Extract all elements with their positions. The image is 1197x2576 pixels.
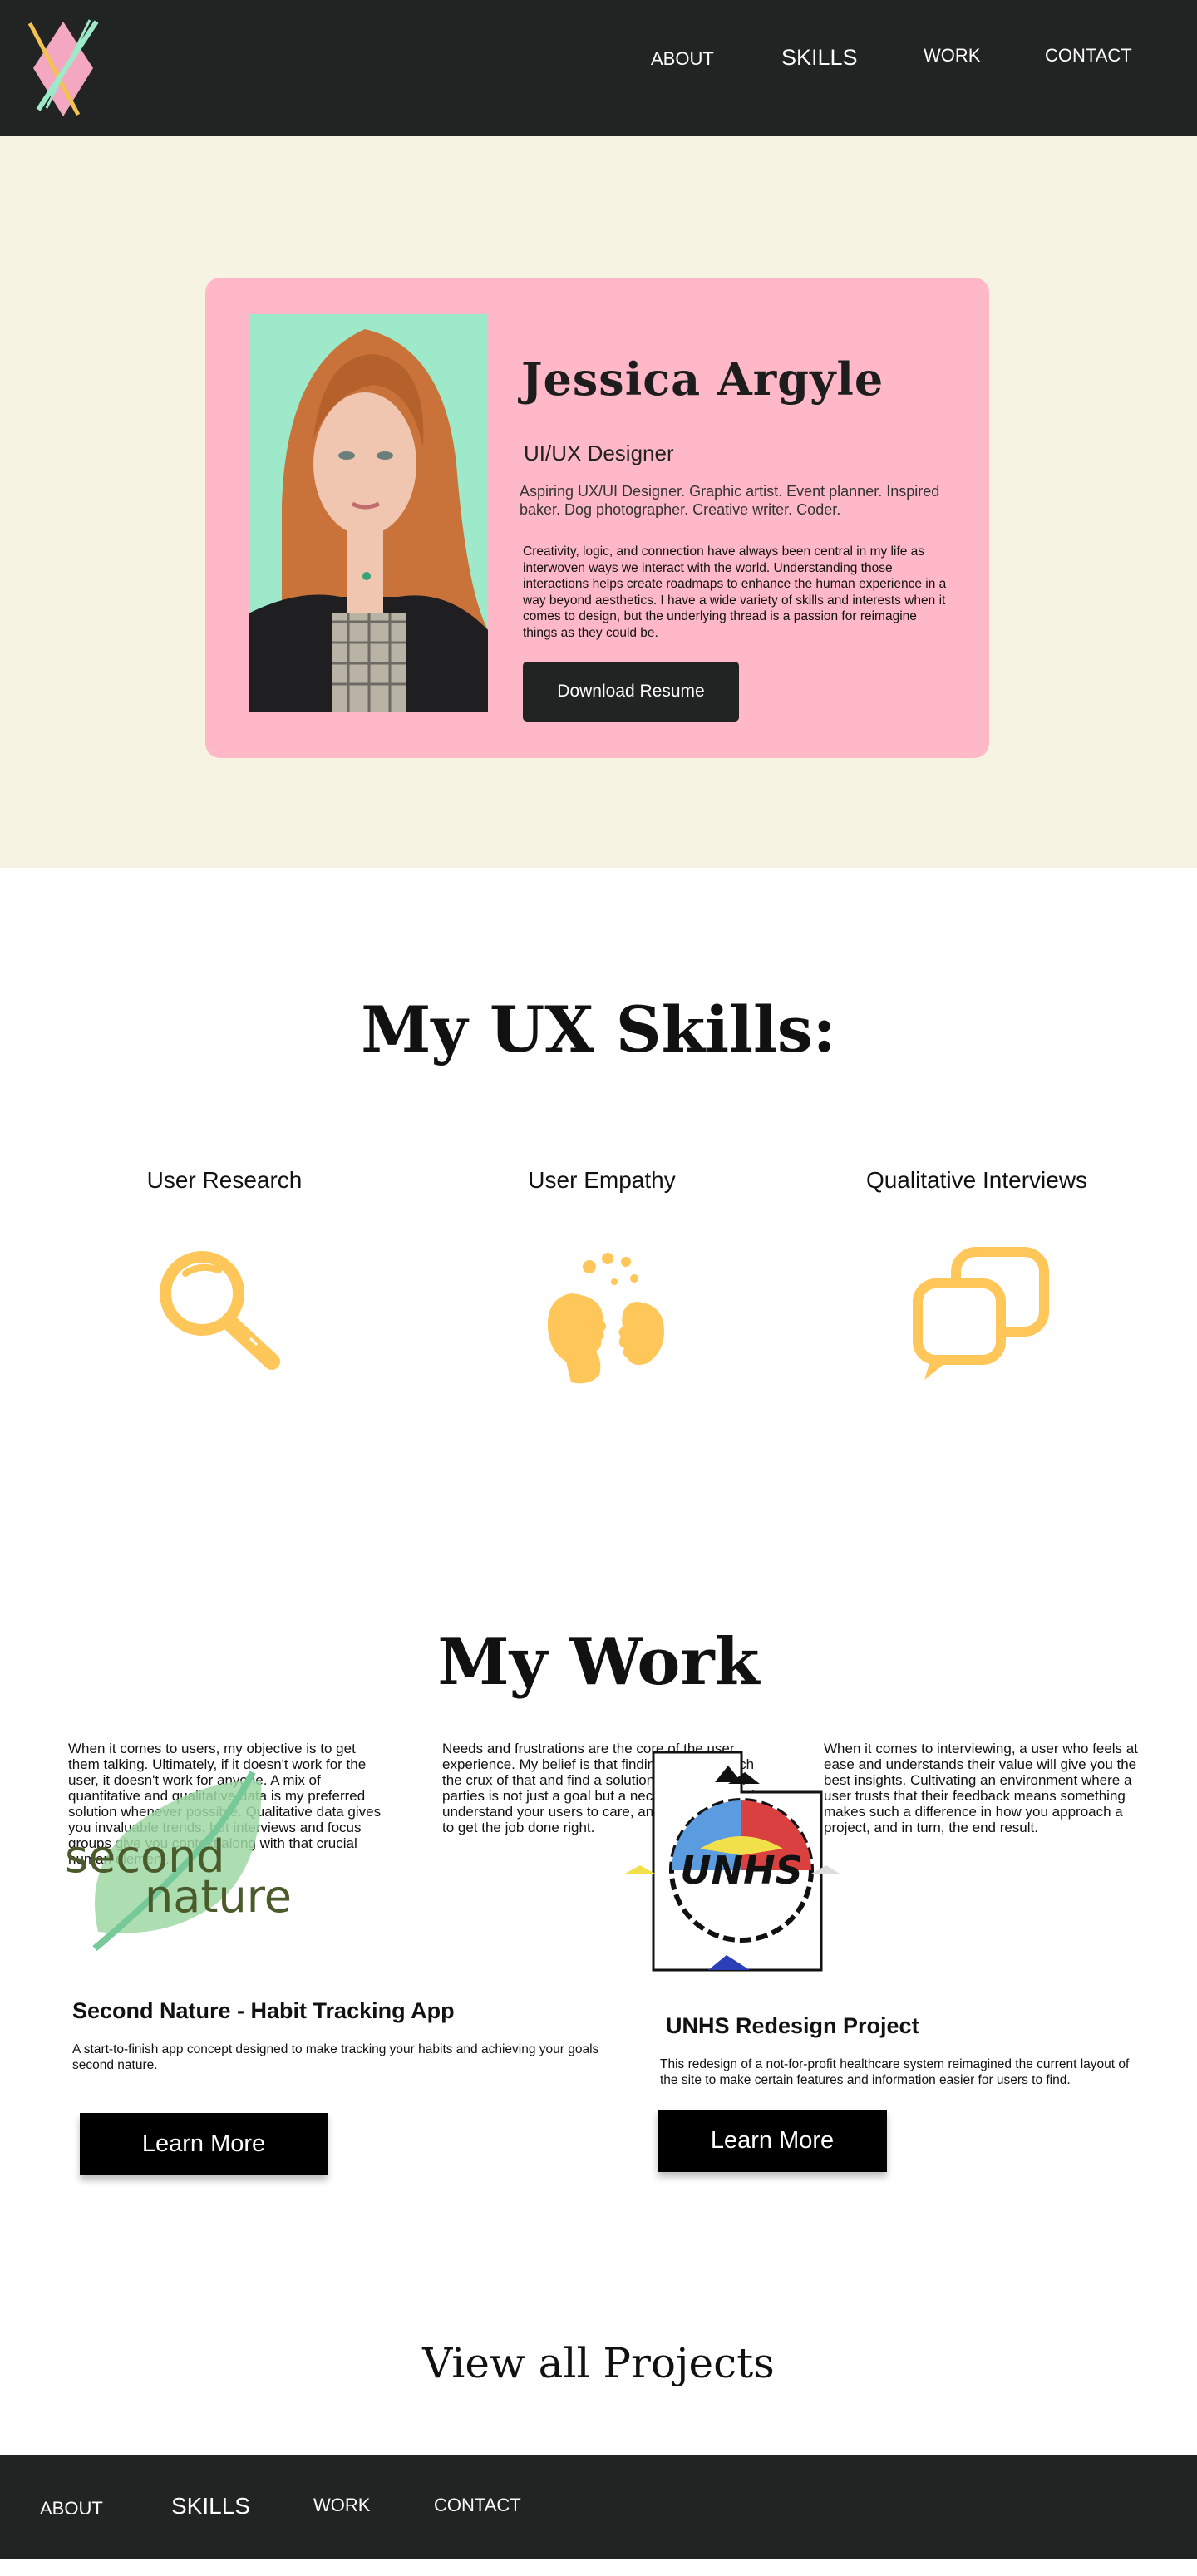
profile-name: Jessica Argyle	[521, 352, 884, 406]
profile-card: Jessica Argyle UI/UX Designer Aspiring U…	[205, 278, 989, 758]
nav-skills-link[interactable]: SKILLS	[781, 45, 858, 71]
view-all-projects-link[interactable]: View all Projects	[0, 2339, 1197, 2387]
skill-title: User Empathy	[528, 1167, 676, 1193]
second-nature-logo-text-2: nature	[145, 1870, 292, 1923]
footer-about-link[interactable]: ABOUT	[40, 2498, 103, 2519]
work-title: My Work	[437, 1624, 760, 1700]
nav-work-link[interactable]: WORK	[924, 45, 980, 66]
diamond-logo-icon[interactable]	[25, 18, 101, 120]
site-footer: ABOUT SKILLS WORK CONTACT	[0, 2455, 1197, 2559]
unhs-logo[interactable]: UNHS	[625, 1749, 841, 1978]
download-resume-button[interactable]: Download Resume	[523, 662, 739, 722]
second-nature-logo[interactable]: second nature	[65, 1766, 314, 1957]
profile-bio: Creativity, logic, and connection have a…	[523, 544, 947, 640]
project-title-second-nature: Second Nature - Habit Tracking App	[72, 1998, 455, 2023]
skill-card-qualitative-interviews: Qualitative Interviews When it comes to …	[802, 1167, 1151, 1835]
work-section: My Work second nature UNHS Second Nature…	[0, 1616, 1197, 2455]
skill-card-user-research: User Research When it comes to users, my…	[50, 1167, 399, 1867]
chat-bubbles-icon	[913, 1247, 1049, 1380]
hero-section: Jessica Argyle UI/UX Designer Aspiring U…	[0, 136, 1197, 868]
profile-role: UI/UX Designer	[524, 441, 674, 465]
learn-more-second-nature-button[interactable]: Learn More	[80, 2113, 328, 2175]
nav-contact-link[interactable]: CONTACT	[1045, 45, 1132, 66]
skill-title: Qualitative Interviews	[865, 1167, 1088, 1193]
project-description-unhs: This redesign of a not-for-profit health…	[660, 2057, 1130, 2087]
profile-tagline: Aspiring UX/UI Designer. Graphic artist.…	[520, 483, 940, 518]
unhs-logo-text: UNHS	[680, 1848, 802, 1893]
footer-skills-link[interactable]: SKILLS	[171, 2493, 250, 2519]
skills-title: My UX Skills:	[361, 992, 836, 1066]
skills-section: My UX Skills: User Research When it come…	[0, 868, 1197, 1867]
project-title-unhs: UNHS Redesign Project	[666, 2013, 919, 2038]
skill-title: User Research	[146, 1167, 303, 1193]
project-description-second-nature: A start-to-finish app concept designed t…	[72, 2042, 599, 2072]
footer-contact-link[interactable]: CONTACT	[434, 2495, 521, 2516]
magnifier-icon	[160, 1251, 280, 1370]
empathy-heads-icon	[547, 1253, 664, 1384]
site-header: ABOUT SKILLS WORK CONTACT	[0, 0, 1197, 136]
footer-work-link[interactable]: WORK	[313, 2495, 370, 2516]
learn-more-unhs-button[interactable]: Learn More	[658, 2110, 887, 2172]
skill-card-user-empathy: User Empathy Needs and frustrations are …	[427, 1167, 776, 1835]
profile-photo	[249, 314, 488, 712]
nav-about-link[interactable]: ABOUT	[651, 48, 714, 70]
